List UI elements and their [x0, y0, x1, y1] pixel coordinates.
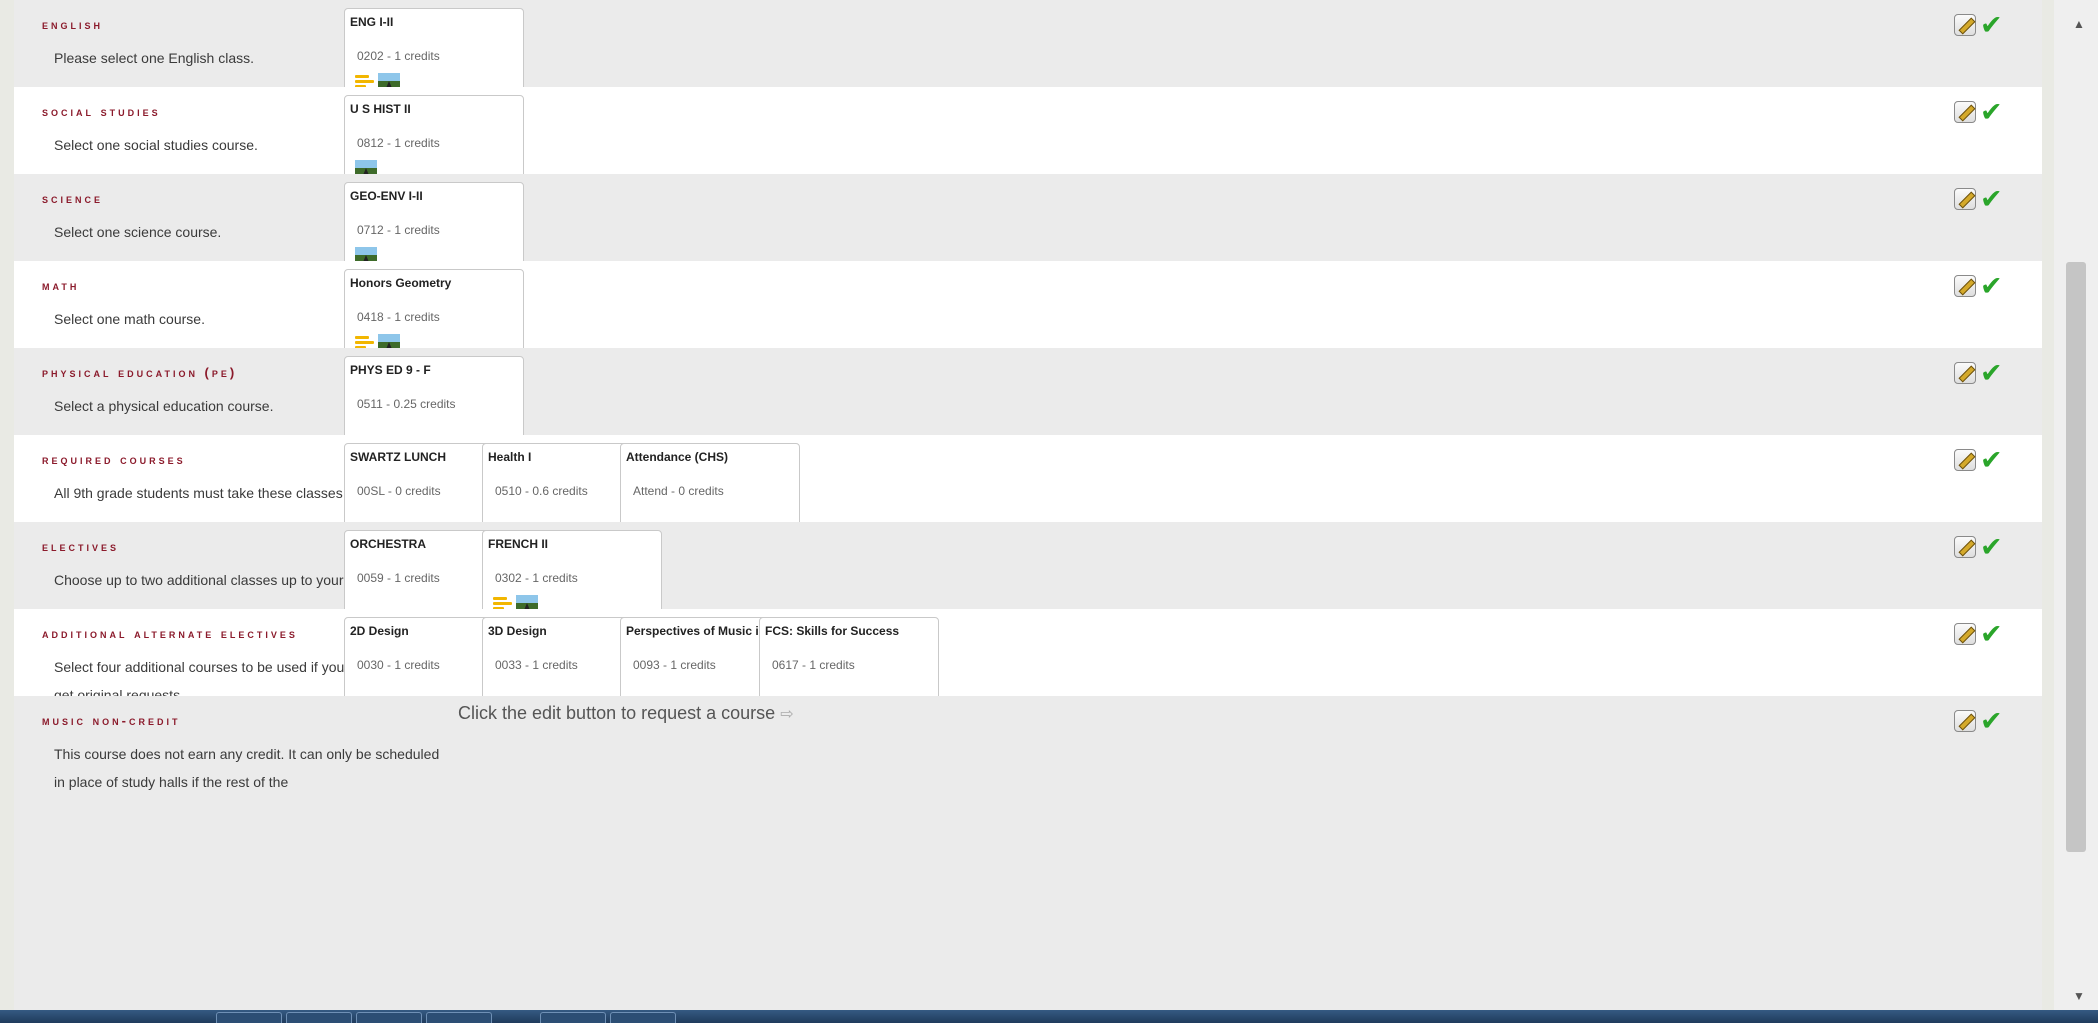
edit-icon[interactable]	[1954, 362, 1976, 384]
category-actions: ✔	[1954, 184, 2014, 214]
course-code-credits: 0712 - 1 credits	[357, 223, 440, 237]
category-row: Physical Education (PE) Select a physical…	[14, 348, 2042, 460]
arrow-right-icon: ⇨	[780, 706, 794, 723]
category-title: Math	[42, 278, 80, 293]
check-icon: ✔	[1980, 358, 2003, 388]
category-description: This course does not earn any credit. It…	[54, 746, 440, 790]
category-actions: ✔	[1954, 271, 2014, 301]
taskbar-button[interactable]	[356, 1012, 422, 1023]
scroll-down-arrow-icon[interactable]: ▼	[2073, 990, 2085, 1002]
check-icon: ✔	[1980, 445, 2003, 475]
edit-icon[interactable]	[1954, 449, 1976, 471]
category-title: Additional Alternate Electives	[42, 626, 298, 641]
course-categories-list: English Please select one English class. E…	[14, 0, 2042, 1010]
taskbar-button[interactable]	[286, 1012, 352, 1023]
course-code-credits: 0059 - 1 credits	[357, 571, 440, 585]
category-title: Electives	[42, 539, 120, 554]
taskbar-button[interactable]	[540, 1012, 606, 1023]
course-code-credits: 0033 - 1 credits	[495, 658, 578, 672]
category-title: Social Studies	[42, 104, 161, 119]
course-code-credits: 0093 - 1 credits	[633, 658, 716, 672]
scroll-up-arrow-icon[interactable]: ▲	[2073, 18, 2085, 30]
course-code-credits: 0202 - 1 credits	[357, 49, 440, 63]
check-icon: ✔	[1980, 97, 2003, 127]
course-name: Attendance (CHS)	[626, 450, 729, 464]
category-actions: ✔	[1954, 358, 2014, 388]
check-icon: ✔	[1980, 271, 2003, 301]
category-row: Social Studies Select one social studies …	[14, 87, 2042, 199]
category-row: English Please select one English class. E…	[14, 0, 2042, 112]
course-name: FRENCH II	[488, 537, 548, 551]
category-title: Music Non-Credit	[42, 713, 181, 728]
course-code-credits: 0302 - 1 credits	[495, 571, 578, 585]
hint-text: Click the edit button to request a cours…	[458, 703, 776, 723]
category-row: Additional Alternate Electives Select fou…	[14, 609, 2042, 721]
check-icon: ✔	[1980, 10, 2003, 40]
taskbar-button[interactable]	[610, 1012, 676, 1023]
check-icon: ✔	[1980, 619, 2003, 649]
category-actions: ✔	[1954, 706, 2014, 736]
course-name: Honors Geometry	[350, 276, 452, 290]
category-actions: ✔	[1954, 619, 2014, 649]
category-row: Math Select one math course. Honors Geomet…	[14, 261, 2042, 373]
scrollbar-thumb[interactable]	[2066, 262, 2086, 852]
check-icon: ✔	[1980, 706, 2003, 736]
course-code-credits: 00SL - 0 credits	[357, 484, 441, 498]
taskbar-button[interactable]	[426, 1012, 492, 1023]
course-name: ENG I-II	[350, 15, 394, 29]
course-request-page: English Please select one English class. E…	[0, 0, 2098, 1023]
course-code-credits: 0812 - 1 credits	[357, 136, 440, 150]
course-code-credits: 0617 - 1 credits	[772, 658, 855, 672]
category-title: English	[42, 17, 104, 32]
course-code-credits: 0511 - 0.25 credits	[357, 397, 456, 411]
course-name: FCS: Skills for Success	[765, 624, 900, 638]
edit-icon[interactable]	[1954, 101, 1976, 123]
category-actions: ✔	[1954, 10, 2014, 40]
edit-icon[interactable]	[1954, 188, 1976, 210]
category-actions: ✔	[1954, 97, 2014, 127]
os-taskbar	[0, 1010, 2098, 1023]
edit-icon[interactable]	[1954, 710, 1976, 732]
category-row: Science Select one science course. GEO-ENV…	[14, 174, 2042, 286]
edit-icon[interactable]	[1954, 275, 1976, 297]
course-name: PHYS ED 9 - F	[350, 363, 431, 377]
edit-icon[interactable]	[1954, 536, 1976, 558]
taskbar-button[interactable]	[216, 1012, 282, 1023]
course-code-credits: 0418 - 1 credits	[357, 310, 440, 324]
edit-icon[interactable]	[1954, 14, 1976, 36]
category-actions: ✔	[1954, 532, 2014, 562]
category-title: Physical Education (PE)	[42, 365, 238, 380]
course-name: U S HIST II	[350, 102, 411, 116]
course-name: GEO-ENV I-II	[350, 189, 423, 203]
category-title: Science	[42, 191, 104, 206]
category-row: Electives Choose up to two additional cla…	[14, 522, 2042, 634]
request-course-hint: Click the edit button to request a cours…	[458, 703, 794, 724]
edit-icon[interactable]	[1954, 623, 1976, 645]
category-title: Required Courses	[42, 452, 186, 467]
category-row: Required Courses All 9th grade students m…	[14, 435, 2042, 547]
course-code-credits: Attend - 0 credits	[633, 484, 724, 498]
category-actions: ✔	[1954, 445, 2014, 475]
course-code-credits: 0510 - 0.6 credits	[495, 484, 588, 498]
category-row: Music Non-Credit This course does not ear…	[14, 696, 2042, 1010]
course-code-credits: 0030 - 1 credits	[357, 658, 440, 672]
check-icon: ✔	[1980, 184, 2003, 214]
check-icon: ✔	[1980, 532, 2003, 562]
